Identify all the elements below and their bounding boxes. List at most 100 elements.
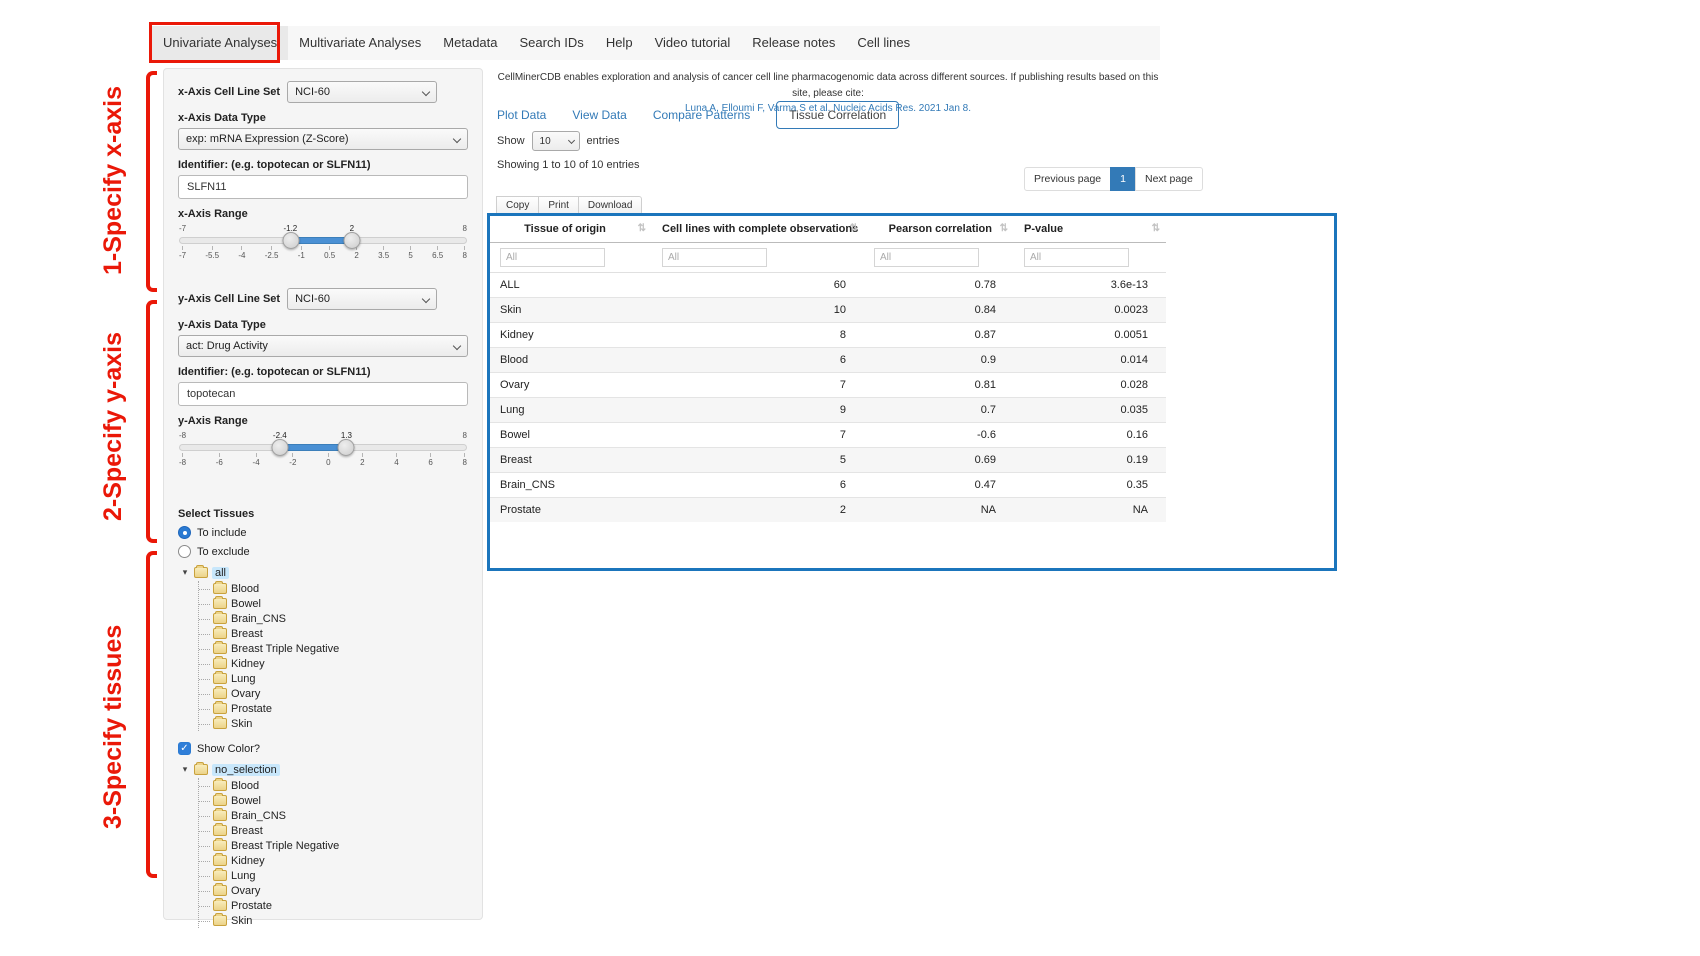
citation-text: CellMinerCDB enables exploration and ana… [490, 70, 1166, 101]
sort-icon[interactable]: ⇅ [638, 223, 646, 234]
y-data-type-select[interactable]: act: Drug Activity [178, 335, 468, 357]
cell-tissue: Breast [490, 448, 652, 473]
column-filter-input[interactable] [500, 248, 605, 267]
entries-count-select[interactable]: 10 [532, 131, 580, 151]
current-page-button[interactable]: 1 [1110, 167, 1136, 191]
tab[interactable]: Plot Data [497, 108, 546, 122]
slider-handle-right[interactable] [343, 232, 360, 249]
slider-tick: 5 [408, 246, 412, 260]
chevron-down-icon [453, 342, 461, 350]
tree-item-tissue[interactable]: Breast [199, 823, 468, 838]
tab[interactable]: Compare Patterns [653, 108, 750, 122]
filter-cell [864, 243, 1014, 273]
cell-pvalue: 0.0051 [1014, 323, 1166, 348]
slider-ticks: -8-6-4-202468 [179, 453, 467, 467]
folder-icon [213, 598, 227, 609]
tree-item-tissue[interactable]: Lung [199, 868, 468, 883]
x-identifier-input[interactable] [178, 175, 468, 199]
column-header[interactable]: Cell lines with complete observations⇅ [652, 216, 864, 243]
slider-handle-left[interactable] [272, 439, 289, 456]
tree-item-tissue[interactable]: Ovary [199, 686, 468, 701]
cell-pearson: 0.78 [864, 273, 1014, 298]
radio-icon[interactable] [178, 545, 191, 558]
tree-item-label: Blood [231, 780, 259, 792]
nav-item[interactable]: Video tutorial [644, 26, 742, 60]
radio-icon[interactable] [178, 526, 191, 539]
y-identifier-label: Identifier: (e.g. topotecan or SLFN11) [178, 366, 468, 378]
cell-observations: 10 [652, 298, 864, 323]
tree-item-tissue[interactable]: Breast Triple Negative [199, 838, 468, 853]
column-header[interactable]: Tissue of origin⇅ [490, 216, 652, 243]
checkbox-icon[interactable]: ✓ [178, 742, 191, 755]
nav-item[interactable]: Release notes [741, 26, 846, 60]
tab[interactable]: Tissue Correlation [776, 101, 899, 129]
tree-item-tissue[interactable]: Blood [199, 581, 468, 596]
tree-item-tissue[interactable]: Lung [199, 671, 468, 686]
sort-icon[interactable]: ⇅ [850, 223, 858, 234]
tree-item-tissue[interactable]: Prostate [199, 898, 468, 913]
slider-tick: -4 [253, 453, 260, 467]
filter-cell [490, 243, 652, 273]
x-data-type-select[interactable]: exp: mRNA Expression (Z-Score) [178, 128, 468, 150]
sort-icon[interactable]: ⇅ [1152, 223, 1160, 234]
y-cell-line-set-value: NCI-60 [295, 293, 330, 305]
show-color-checkbox-row[interactable]: ✓ Show Color? [178, 742, 468, 755]
tree-item-tissue[interactable]: Skin [199, 716, 468, 731]
tree-root-no-selection[interactable]: ▾ no_selection [180, 762, 468, 777]
tree-item-tissue[interactable]: Ovary [199, 883, 468, 898]
tree-expand-icon[interactable]: ▾ [180, 567, 190, 578]
cell-observations: 7 [652, 373, 864, 398]
column-header[interactable]: Pearson correlation⇅ [864, 216, 1014, 243]
chevron-down-icon [422, 88, 430, 96]
tree-item-tissue[interactable]: Breast [199, 626, 468, 641]
tree-item-tissue[interactable]: Brain_CNS [199, 611, 468, 626]
tree-item-tissue[interactable]: Brain_CNS [199, 808, 468, 823]
slider-handle-right[interactable] [338, 439, 355, 456]
tree-expand-icon[interactable]: ▾ [180, 764, 190, 775]
nav-item[interactable]: Multivariate Analyses [288, 26, 432, 60]
tree-item-label: Brain_CNS [231, 810, 286, 822]
tree-item-tissue[interactable]: Bowel [199, 793, 468, 808]
top-navbar: Univariate Analyses Multivariate Analyse… [152, 26, 1160, 60]
y-data-type-label: y-Axis Data Type [178, 319, 468, 331]
tree-item-tissue[interactable]: Kidney [199, 853, 468, 868]
next-page-button[interactable]: Next page [1135, 167, 1203, 191]
chevron-down-icon [453, 135, 461, 143]
nav-item[interactable]: Cell lines [846, 26, 921, 60]
annotation-label-tissues: 3-Specify tissues [96, 582, 130, 872]
column-filter-input[interactable] [662, 248, 767, 267]
column-header[interactable]: P-value⇅ [1014, 216, 1166, 243]
nav-item[interactable]: Univariate Analyses [152, 26, 288, 60]
x-cell-line-set-select[interactable]: NCI-60 [287, 81, 437, 103]
radio-to-include[interactable]: To include [178, 526, 468, 539]
slider-tick: 8 [462, 453, 466, 467]
slider-track[interactable] [179, 237, 467, 244]
tree-item-tissue[interactable]: Prostate [199, 701, 468, 716]
y-cell-line-set-select[interactable]: NCI-60 [287, 288, 437, 310]
slider-track[interactable] [179, 444, 467, 451]
nav-item[interactable]: Search IDs [509, 26, 595, 60]
nav-item[interactable]: Metadata [432, 26, 508, 60]
column-filter-input[interactable] [1024, 248, 1129, 267]
slider-handle-left[interactable] [282, 232, 299, 249]
sort-icon[interactable]: ⇅ [1000, 223, 1008, 234]
cell-pearson: 0.84 [864, 298, 1014, 323]
radio-to-exclude[interactable]: To exclude [178, 545, 468, 558]
tree-item-tissue[interactable]: Blood [199, 778, 468, 793]
slider-tick: 0 [326, 453, 330, 467]
tree-item-label: Prostate [231, 703, 272, 715]
tree-item-label: Bowel [231, 795, 261, 807]
y-identifier-input[interactable] [178, 382, 468, 406]
cell-pearson: -0.6 [864, 423, 1014, 448]
cell-pvalue: 3.6e-13 [1014, 273, 1166, 298]
tree-item-tissue[interactable]: Skin [199, 913, 468, 928]
nav-item[interactable]: Help [595, 26, 644, 60]
tree-root-all[interactable]: ▾ all [180, 565, 468, 580]
tree-item-tissue[interactable]: Breast Triple Negative [199, 641, 468, 656]
tab[interactable]: View Data [572, 108, 626, 122]
previous-page-button[interactable]: Previous page [1024, 167, 1111, 191]
tree-item-tissue[interactable]: Kidney [199, 656, 468, 671]
column-filter-input[interactable] [874, 248, 979, 267]
tree-item-tissue[interactable]: Bowel [199, 596, 468, 611]
tissue-correlation-table-box: Tissue of origin⇅ Cell lines with comple… [487, 213, 1337, 571]
